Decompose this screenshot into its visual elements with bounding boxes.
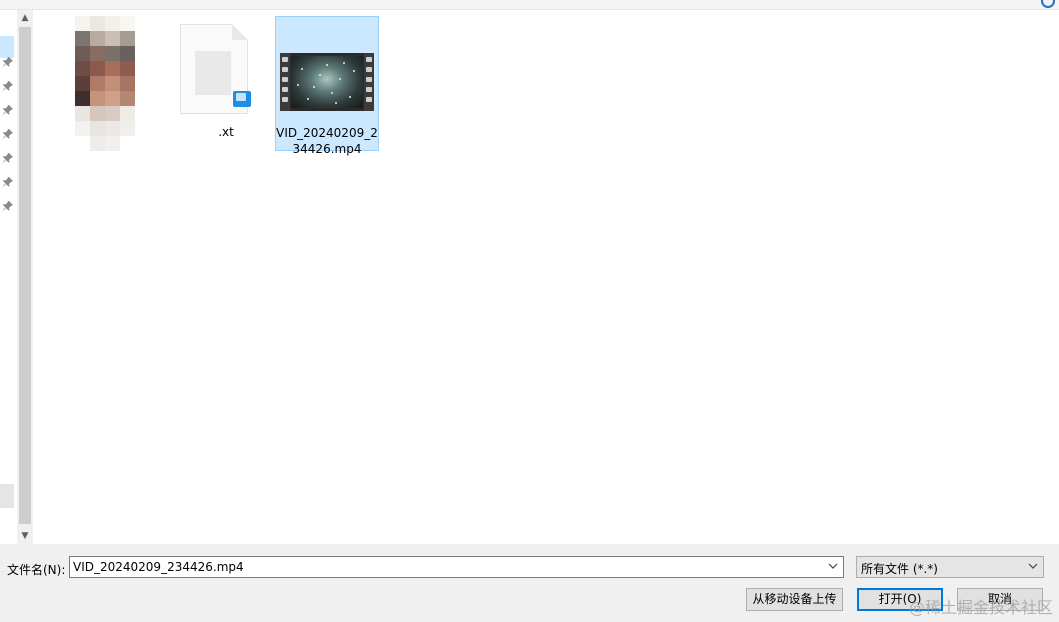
filename-input[interactable]: [73, 559, 813, 575]
file-type-filter-value: 所有文件 (*.*): [861, 562, 938, 576]
app-badge-icon: [233, 91, 251, 107]
help-icon[interactable]: [1041, 0, 1055, 8]
file-name: .xt: [218, 125, 234, 139]
pin-icon: [2, 200, 14, 212]
scrollbar-thumb[interactable]: [19, 27, 31, 524]
upload-from-mobile-button[interactable]: 从移动设备上传: [746, 588, 843, 611]
scroll-up-arrow-icon[interactable]: ▲: [17, 10, 33, 26]
cancel-button[interactable]: 取消: [957, 588, 1043, 611]
filename-label: 文件名(N):: [7, 563, 66, 577]
pin-icon: [2, 56, 14, 68]
dialog-top-strip: [0, 0, 1059, 10]
file-name: VID_20240209_234426.mp4: [276, 126, 378, 156]
pin-icon: [2, 152, 14, 164]
pin-icon: [2, 128, 14, 140]
video-thumbnail: [276, 17, 378, 117]
scroll-down-arrow-icon[interactable]: ▼: [17, 528, 33, 544]
nav-selected-item[interactable]: [0, 36, 14, 58]
text-document-thumbnail: [174, 16, 278, 116]
nav-pane-scrollbar[interactable]: ▲ ▼: [17, 10, 33, 544]
open-button[interactable]: 打开(O): [857, 588, 943, 611]
film-strip-icon: [280, 53, 374, 111]
chevron-down-icon[interactable]: [823, 557, 843, 577]
pin-icon: [2, 80, 14, 92]
chevron-down-icon[interactable]: [1023, 557, 1043, 577]
file-type-filter-select[interactable]: 所有文件 (*.*): [856, 556, 1044, 578]
navigation-pane: [0, 10, 17, 544]
file-list-view[interactable]: .xt VID_20240209_234426.mp4: [34, 10, 1059, 544]
nav-item[interactable]: [0, 484, 14, 508]
file-item-image[interactable]: [54, 16, 158, 151]
file-item-text-document[interactable]: .xt: [174, 16, 278, 151]
pin-icon: [2, 176, 14, 188]
filename-combobox[interactable]: [69, 556, 844, 578]
pin-icon: [2, 104, 14, 116]
file-item-video[interactable]: VID_20240209_234426.mp4: [275, 16, 379, 156]
image-thumbnail: [54, 16, 158, 151]
dialog-bottom-bar: 文件名(N): 所有文件 (*.*) 从移动设备上传 打开(O) 取消 @稀土掘…: [0, 544, 1059, 622]
